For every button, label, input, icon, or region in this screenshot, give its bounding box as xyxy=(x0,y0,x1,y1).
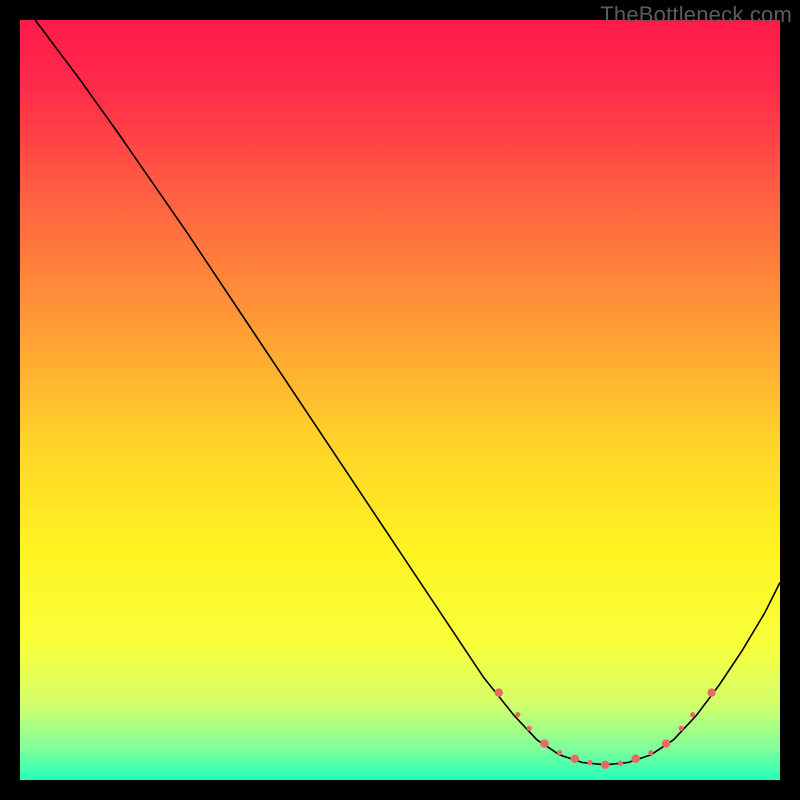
chart-container: TheBottleneck.com xyxy=(0,0,800,800)
trough-marker xyxy=(662,739,670,747)
trough-marker xyxy=(527,726,532,731)
trough-marker xyxy=(557,750,562,755)
trough-marker xyxy=(690,712,695,717)
trough-marker xyxy=(601,761,609,769)
trough-marker xyxy=(679,726,684,731)
trough-marker xyxy=(515,712,520,717)
trough-marker xyxy=(571,755,579,763)
gradient-background xyxy=(20,20,780,780)
trough-marker xyxy=(707,688,715,696)
bottleneck-curve-chart xyxy=(20,20,780,780)
trough-marker xyxy=(587,760,592,765)
trough-marker xyxy=(631,755,639,763)
trough-marker xyxy=(540,739,548,747)
trough-marker xyxy=(495,688,503,696)
trough-marker xyxy=(618,761,623,766)
watermark-label: TheBottleneck.com xyxy=(600,2,792,28)
plot-area xyxy=(20,20,780,780)
trough-marker xyxy=(648,750,653,755)
